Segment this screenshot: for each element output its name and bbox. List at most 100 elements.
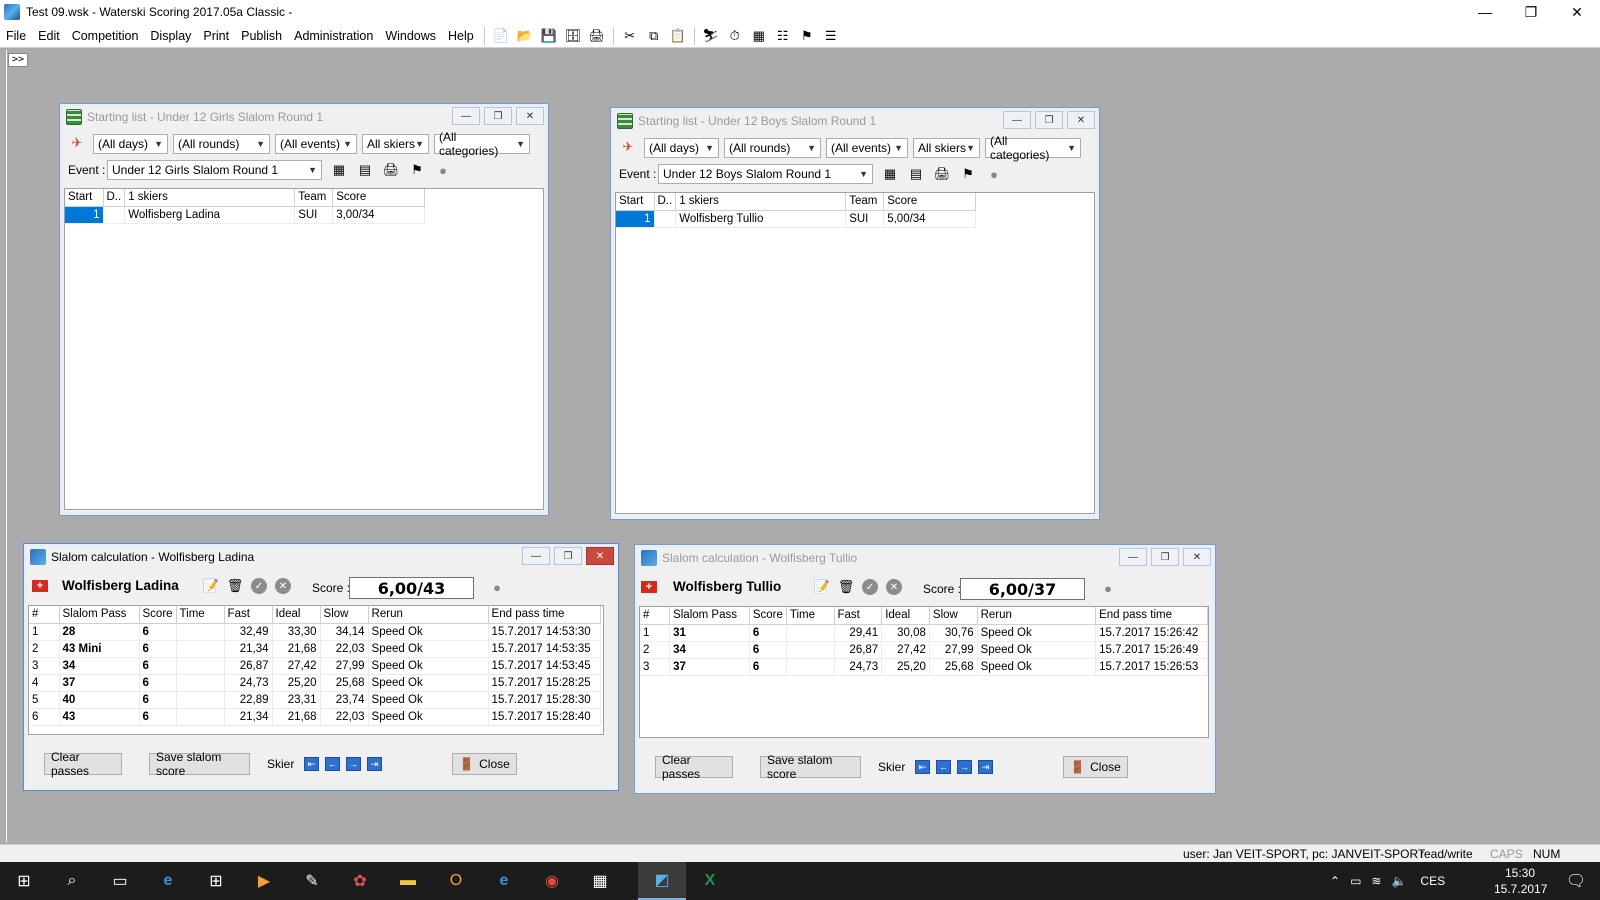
minimize-button[interactable]: — — [452, 107, 480, 125]
col-skiers[interactable]: 1 skiers — [675, 193, 847, 211]
volume-icon[interactable]: 🔈 — [1391, 874, 1406, 888]
expand-panel-button[interactable]: >> — [8, 53, 28, 67]
col-score[interactable]: Score — [332, 189, 426, 207]
score-sheet-icon[interactable]: ▦ — [881, 165, 899, 183]
waterski-scoring-taskbar-icon[interactable]: ◩ — [638, 862, 686, 900]
minimize-button[interactable]: — — [1462, 0, 1508, 24]
col-ideal[interactable]: Ideal — [881, 607, 930, 625]
pass-cell[interactable]: 43 — [59, 708, 140, 726]
minimize-button[interactable]: — — [1003, 111, 1031, 129]
rerun-cell[interactable]: Speed Ok — [368, 708, 489, 726]
skier-cell[interactable]: Wolfisberg Tullio — [675, 210, 847, 228]
table-row[interactable]: 1 Wolfisberg Ladina SUI 3,00/34 — [65, 206, 426, 224]
confirm-icon[interactable]: ✓ — [862, 579, 878, 595]
time-cell[interactable] — [176, 640, 225, 658]
time-cell[interactable] — [176, 657, 225, 675]
restore-button[interactable]: ❐ — [1508, 0, 1554, 24]
days-filter[interactable]: (All days) ▼ — [644, 138, 719, 158]
trash-icon[interactable]: 🗑 — [837, 578, 855, 596]
number-cell[interactable]: 3 — [640, 658, 671, 676]
fast-cell[interactable]: 21,34 — [224, 708, 273, 726]
rerun-cell[interactable]: Speed Ok — [977, 658, 1097, 676]
col-fast[interactable]: Fast — [834, 607, 883, 625]
close-button[interactable]: ✕ — [1067, 111, 1095, 129]
table-row[interactable]: 3 34 6 26,87 27,42 27,99 Speed Ok 15.7.2… — [29, 657, 601, 675]
time-cell[interactable] — [786, 624, 835, 642]
rounds-filter[interactable]: (All rounds) ▼ — [724, 138, 821, 158]
slow-cell[interactable]: 23,74 — [320, 691, 369, 709]
pass-cell[interactable]: 31 — [669, 624, 750, 642]
media-player-icon[interactable]: ▶ — [240, 862, 288, 900]
table-row[interactable]: 2 34 6 26,87 27,42 27,99 Speed Ok 15.7.2… — [640, 641, 1208, 659]
slow-cell[interactable]: 22,03 — [320, 708, 369, 726]
table-row[interactable]: 5 40 6 22,89 23,31 23,74 Speed Ok 15.7.2… — [29, 691, 601, 709]
rerun-cell[interactable]: Speed Ok — [368, 623, 489, 641]
start-icon[interactable]: ⊞ — [0, 862, 48, 900]
fast-cell[interactable]: 22,89 — [224, 691, 273, 709]
time-cell[interactable] — [786, 658, 835, 676]
number-cell[interactable]: 4 — [29, 674, 60, 692]
team-cell[interactable]: SUI — [294, 206, 334, 224]
fast-cell[interactable]: 29,41 — [834, 624, 883, 642]
col-end-pass-time[interactable]: End pass time — [488, 606, 601, 624]
end-time-cell[interactable]: 15.7.2017 14:53:30 — [488, 623, 601, 641]
col-d[interactable]: D.. — [654, 193, 677, 211]
starting-list-icon[interactable]: ☷ — [773, 26, 793, 46]
close-button[interactable]: ✕ — [516, 107, 544, 125]
rerun-cell[interactable]: Speed Ok — [977, 624, 1097, 642]
internet-explorer-icon[interactable]: e — [480, 862, 528, 900]
show-hidden-icons-icon[interactable]: ⌃ — [1330, 874, 1340, 888]
number-cell[interactable]: 6 — [29, 708, 60, 726]
score-cell[interactable]: 6 — [139, 623, 177, 641]
score-sheet-icon[interactable]: ▦ — [330, 161, 348, 179]
table-row[interactable]: 1 31 6 29,41 30,08 30,76 Speed Ok 15.7.2… — [640, 624, 1208, 642]
ideal-cell[interactable]: 23,31 — [272, 691, 321, 709]
paste-icon[interactable]: 📋 — [668, 26, 688, 46]
score-cell[interactable]: 6 — [749, 641, 787, 659]
filter-icon[interactable]: ✈ — [619, 138, 637, 156]
minimize-button[interactable]: — — [1119, 548, 1147, 566]
close-button[interactable]: ✕ — [586, 547, 614, 565]
pass-cell[interactable]: 37 — [669, 658, 750, 676]
time-cell[interactable] — [176, 691, 225, 709]
end-time-cell[interactable]: 15.7.2017 14:53:35 — [488, 640, 601, 658]
table-row[interactable]: 4 37 6 24,73 25,20 25,68 Speed Ok 15.7.2… — [29, 674, 601, 692]
pass-cell[interactable]: 28 — [59, 623, 140, 641]
col-slalom-pass[interactable]: Slalom Pass — [669, 607, 750, 625]
printer-icon[interactable]: 🖨 — [933, 165, 951, 183]
menu-competition[interactable]: Competition — [66, 29, 145, 43]
number-cell[interactable]: 1 — [29, 623, 60, 641]
score-cell[interactable]: 5,00/34 — [883, 210, 977, 228]
end-time-cell[interactable]: 15.7.2017 15:28:25 — [488, 674, 601, 692]
table-row[interactable]: 3 37 6 24,73 25,20 25,68 Speed Ok 15.7.2… — [640, 658, 1208, 676]
refresh-icon[interactable]: ● — [985, 165, 1003, 183]
podium-icon[interactable]: ⚑ — [408, 161, 426, 179]
refresh-icon[interactable]: ● — [434, 161, 452, 179]
outlook-icon[interactable]: O — [432, 862, 480, 900]
menu-administration[interactable]: Administration — [288, 29, 379, 43]
time-cell[interactable] — [786, 641, 835, 659]
calculator-icon[interactable]: ▦ — [576, 862, 624, 900]
col-score[interactable]: Score — [139, 606, 177, 624]
fast-cell[interactable]: 21,34 — [224, 640, 273, 658]
col-team[interactable]: Team — [294, 189, 334, 207]
col-start[interactable]: Start — [65, 189, 104, 207]
d-cell[interactable] — [103, 206, 126, 224]
close-button[interactable]: ✕ — [1183, 548, 1211, 566]
pass-cell[interactable]: 37 — [59, 674, 140, 692]
score-cell[interactable]: 3,00/34 — [332, 206, 426, 224]
col-end-pass-time[interactable]: End pass time — [1095, 607, 1208, 625]
save-slalom-score-button[interactable]: Save slalom score — [149, 750, 250, 778]
col-slow[interactable]: Slow — [929, 607, 978, 625]
first-skier-button[interactable]: ⇤ — [304, 757, 319, 771]
pass-cell[interactable]: 43 Mini — [59, 640, 140, 658]
skiers-filter[interactable]: All skiers ▼ — [913, 138, 980, 158]
ideal-cell[interactable]: 21,68 — [272, 640, 321, 658]
confirm-icon[interactable]: ✓ — [251, 578, 267, 594]
rerun-cell[interactable]: Speed Ok — [368, 640, 489, 658]
score-cell[interactable]: 6 — [139, 708, 177, 726]
number-cell[interactable]: 2 — [29, 640, 60, 658]
ideal-cell[interactable]: 25,20 — [881, 658, 930, 676]
col-slow[interactable]: Slow — [320, 606, 369, 624]
clock[interactable]: 15:30 15.7.2017 — [1494, 865, 1547, 897]
